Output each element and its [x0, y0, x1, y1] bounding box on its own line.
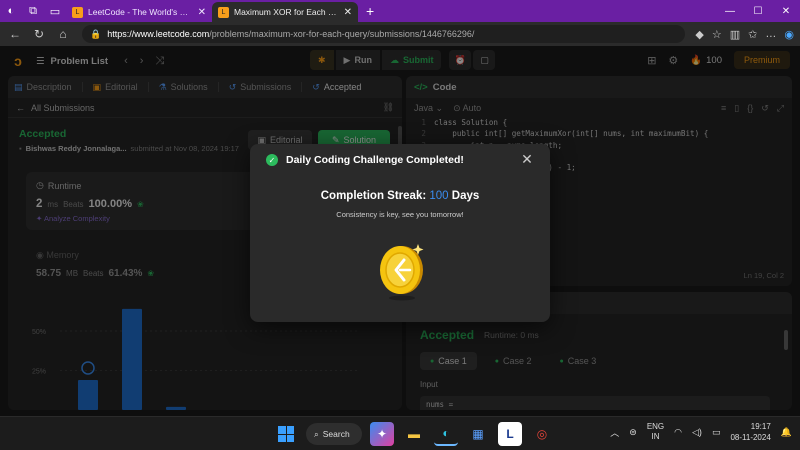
tab-actions-icon[interactable]: ▭: [44, 0, 66, 22]
minimize-icon[interactable]: —: [716, 0, 744, 22]
url-host: https://www.leetcode.com: [107, 29, 210, 39]
address-bar-row: ← ↻ ⌂ 🔒 https://www.leetcode.com/problem…: [0, 22, 800, 46]
refresh-icon[interactable]: ↻: [30, 25, 48, 43]
start-button[interactable]: [274, 422, 298, 446]
url-path: /problems/maximum-xor-for-each-query/sub…: [209, 29, 475, 39]
profile-icon[interactable]: ◐: [0, 0, 22, 22]
lock-icon: 🔒: [90, 28, 102, 39]
back-icon[interactable]: ←: [6, 25, 24, 43]
tab-title: Maximum XOR for Each Query - L: [234, 7, 339, 17]
maximize-icon[interactable]: ☐: [744, 0, 772, 22]
favorite-star-icon[interactable]: ☆: [712, 28, 722, 41]
browser-tab-problem[interactable]: L Maximum XOR for Each Query - L ✕: [212, 2, 358, 22]
windows-taskbar: ⌕ Search ✦ ▬ ◐ ▦ L ◎ ︿ ⊜ ENG IN ◠ ◁) ▭ 19…: [0, 416, 800, 450]
file-explorer-icon[interactable]: ▬: [402, 422, 426, 446]
modal-header: ✓ Daily Coding Challenge Completed!: [266, 154, 464, 166]
close-window-icon[interactable]: ✕: [772, 0, 800, 22]
completion-streak: Completion Streak: 100 Days: [250, 190, 550, 202]
chevron-up-icon[interactable]: ︿: [610, 426, 619, 439]
system-tray: ︿ ⊜ ENG IN ◠ ◁) ▭ 19:17 08-11-2024 🔔: [610, 421, 792, 443]
battery-icon[interactable]: ▭: [712, 427, 721, 438]
leetcode-favicon: L: [218, 6, 229, 18]
lang-top: ENG: [646, 422, 665, 431]
split-screen-icon[interactable]: ▥: [730, 28, 740, 41]
streak-prefix: Completion Streak:: [320, 190, 427, 202]
copilot-icon[interactable]: ◉: [784, 28, 794, 41]
close-tab-icon[interactable]: ✕: [344, 7, 352, 18]
modal-title: Daily Coding Challenge Completed!: [286, 154, 464, 166]
volume-icon[interactable]: ◁): [692, 427, 702, 438]
chrome-icon[interactable]: ◎: [530, 422, 554, 446]
search-label: Search: [322, 429, 350, 439]
check-circle-icon: ✓: [266, 154, 278, 166]
more-icon[interactable]: …: [765, 28, 776, 40]
extension-icon[interactable]: ◆: [695, 28, 703, 41]
taskbar-apps: ⌕ Search ✦ ▬ ◐ ▦ L ◎: [274, 422, 554, 446]
store-icon[interactable]: ▦: [466, 422, 490, 446]
daily-challenge-modal: ✓ Daily Coding Challenge Completed! ✕ Co…: [250, 144, 550, 322]
tab-title: LeetCode - The World's Leading O: [88, 7, 193, 17]
browser-toolbar: ◆ ☆ ▥ ✩ … ◉: [695, 28, 794, 41]
clock-time: 19:17: [750, 422, 771, 431]
edge-browser-icon[interactable]: ◐: [434, 422, 458, 446]
favorites-icon[interactable]: ✩: [748, 28, 757, 41]
leetcode-coin-icon: [380, 244, 424, 301]
language-indicator[interactable]: ENG IN: [647, 422, 664, 442]
close-icon[interactable]: ✕: [520, 151, 534, 167]
browser-tab-leetcode-home[interactable]: L LeetCode - The World's Leading O ✕: [66, 2, 212, 22]
lang-bottom: IN: [651, 432, 660, 441]
screen: ◐ ⧉ ▭ L LeetCode - The World's Leading O…: [0, 0, 800, 450]
url-field[interactable]: 🔒 https://www.leetcode.com/problems/maxi…: [82, 25, 686, 43]
search-icon: ⌕: [314, 428, 319, 439]
modal-message: Consistency is key, see you tomorrow!: [336, 210, 464, 219]
window-controls: — ☐ ✕: [716, 0, 800, 22]
notification-app-icon[interactable]: ⊜: [629, 427, 637, 438]
streak-suffix: Days: [451, 190, 480, 202]
home-icon[interactable]: ⌂: [54, 25, 72, 43]
wifi-icon[interactable]: ◠: [674, 427, 682, 438]
streak-number: 100: [429, 190, 449, 202]
app-l-icon[interactable]: L: [498, 422, 522, 446]
close-tab-icon[interactable]: ✕: [198, 7, 206, 18]
collections-icon[interactable]: ⧉: [22, 0, 44, 22]
new-tab-icon[interactable]: +: [366, 3, 374, 19]
browser-tabbar: ◐ ⧉ ▭ L LeetCode - The World's Leading O…: [0, 0, 800, 22]
clock[interactable]: 19:17 08-11-2024: [730, 421, 770, 443]
copilot-app-icon[interactable]: ✦: [370, 422, 394, 446]
bell-icon[interactable]: 🔔: [781, 427, 792, 438]
leetcode-favicon: L: [72, 6, 83, 18]
taskbar-search[interactable]: ⌕ Search: [306, 423, 362, 445]
clock-date: 08-11-2024: [730, 433, 771, 442]
windows-logo-icon: [278, 426, 294, 442]
